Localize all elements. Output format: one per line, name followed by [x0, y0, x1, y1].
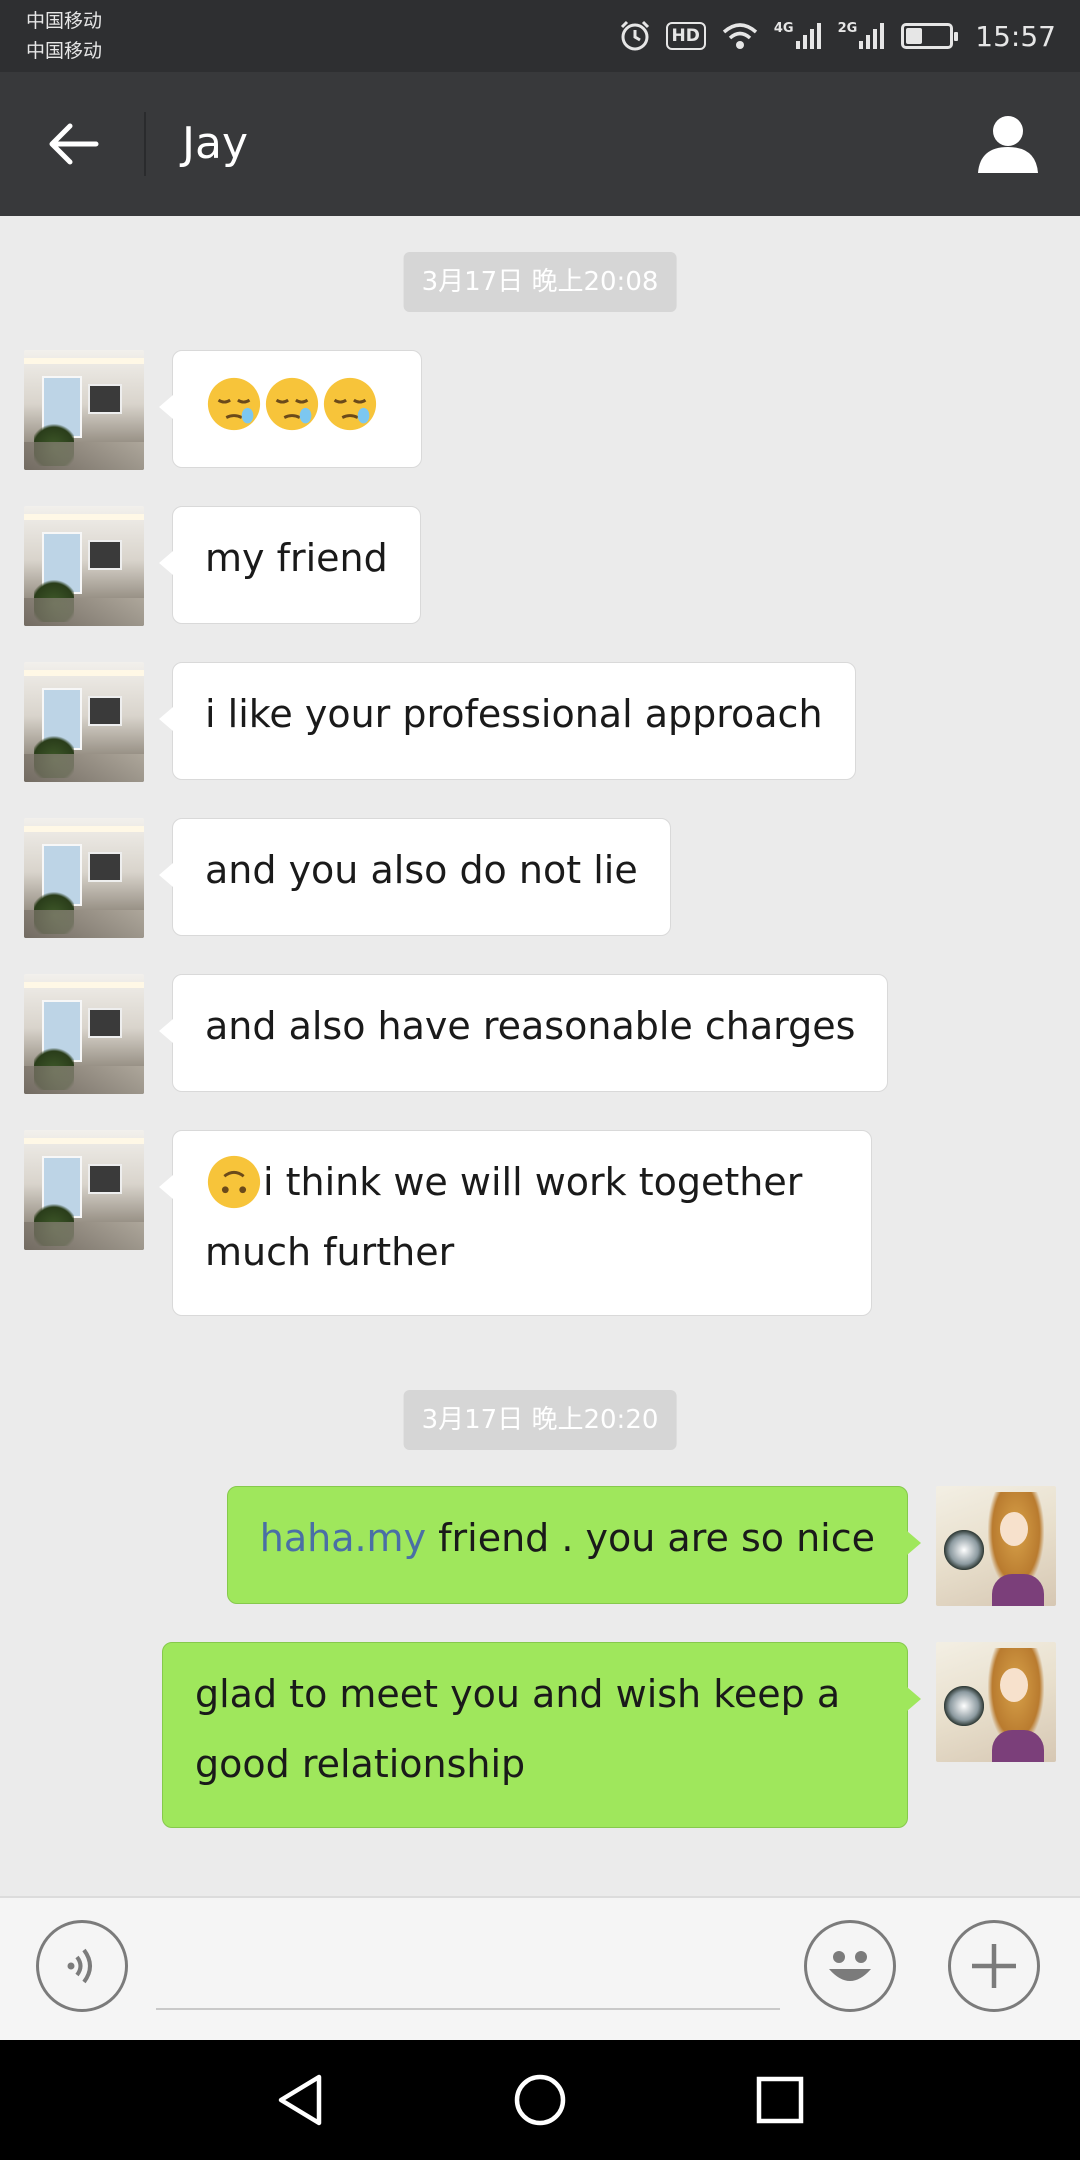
sleepy-face-emoji [263, 377, 321, 430]
message-bubble-incoming[interactable]: and you also do not lie [159, 818, 671, 936]
contact-avatar[interactable] [24, 350, 144, 470]
status-bar: 中国移动 中国移动 HD 4G 2G 15:57 [0, 0, 1080, 72]
message-text: i think we will work together much furth… [205, 1160, 803, 1274]
message-input[interactable] [156, 1928, 780, 2010]
sleepy-face-emoji [205, 377, 263, 430]
status-icons: HD 4G 2G 15:57 [618, 14, 1056, 58]
sleepy-face-emoji [321, 377, 379, 430]
back-arrow-icon [49, 123, 99, 165]
contact-avatar[interactable] [24, 818, 144, 938]
message-link[interactable]: haha.my [260, 1516, 426, 1560]
nav-back-button[interactable] [270, 2070, 330, 2130]
voice-button[interactable] [36, 1920, 128, 2012]
message-bubble-outgoing[interactable]: haha.my friend . you are so nice [226, 1486, 922, 1604]
header-divider [144, 112, 146, 176]
nav-back-icon [278, 2074, 322, 2126]
emoji-button[interactable] [804, 1920, 896, 2012]
network-2g-label: 2G [837, 21, 858, 36]
nav-home-button[interactable] [510, 2070, 570, 2130]
battery-level [906, 28, 922, 44]
message-bubble-incoming[interactable]: and also have reasonable charges [158, 974, 889, 1092]
battery-icon [901, 23, 959, 49]
network-4g-label: 4G [773, 21, 794, 36]
message-text: glad to meet you and wish keep a good re… [195, 1672, 841, 1786]
message-text: i like your professional approach [205, 692, 823, 736]
contact-avatar[interactable] [24, 1130, 144, 1250]
user-avatar[interactable] [936, 1642, 1056, 1762]
smiley-icon [829, 1951, 871, 1981]
hd-icon: HD [665, 22, 706, 50]
message-bubble-incoming[interactable]: my friend [159, 506, 421, 624]
chat-title: Jay [182, 118, 248, 169]
voice-icon [67, 1948, 92, 1984]
clock: 15:57 [975, 19, 1056, 53]
upside-down-face-emoji [205, 1155, 263, 1208]
nav-recents-button[interactable] [750, 2070, 810, 2130]
message-bubble-incoming[interactable]: i like your professional approach [159, 662, 856, 780]
back-button[interactable] [36, 112, 112, 176]
message-bubble-incoming[interactable] [159, 350, 422, 468]
carrier-labels: 中国移动 中国移动 [26, 6, 102, 66]
message-bubble-outgoing[interactable]: glad to meet you and wish keep a good re… [162, 1642, 921, 1828]
message-bubble-incoming[interactable]: i think we will work together much furth… [159, 1130, 872, 1316]
message-text: friend . you are so nice [426, 1516, 875, 1560]
carrier-2: 中国移动 [26, 40, 103, 62]
more-button[interactable] [948, 1920, 1040, 2012]
profile-button[interactable] [972, 108, 1044, 180]
system-nav-bar [0, 2040, 1080, 2160]
signal-icon: 4G [774, 21, 824, 51]
user-avatar[interactable] [936, 1486, 1056, 1606]
timestamp: 3月17日 晚上20:08 [403, 252, 677, 312]
user-profile-icon [978, 116, 1038, 173]
contact-avatar[interactable] [24, 506, 144, 626]
plus-icon [972, 1944, 1016, 1988]
contact-avatar[interactable] [24, 662, 144, 782]
chat-header: Jay [0, 72, 1080, 216]
signal-icon-2: 2G [838, 21, 888, 51]
nav-home-icon [514, 2074, 566, 2126]
input-bar [0, 1896, 1080, 2042]
alarm-icon [618, 19, 652, 53]
nav-recents-icon [756, 2076, 804, 2124]
wifi-icon [720, 20, 760, 52]
timestamp: 3月17日 晚上20:20 [403, 1390, 677, 1450]
message-text: and also have reasonable charges [205, 1004, 856, 1048]
message-text: and you also do not lie [205, 848, 638, 892]
carrier-1: 中国移动 [26, 10, 103, 32]
contact-avatar[interactable] [24, 974, 144, 1094]
message-text: my friend [205, 536, 388, 580]
